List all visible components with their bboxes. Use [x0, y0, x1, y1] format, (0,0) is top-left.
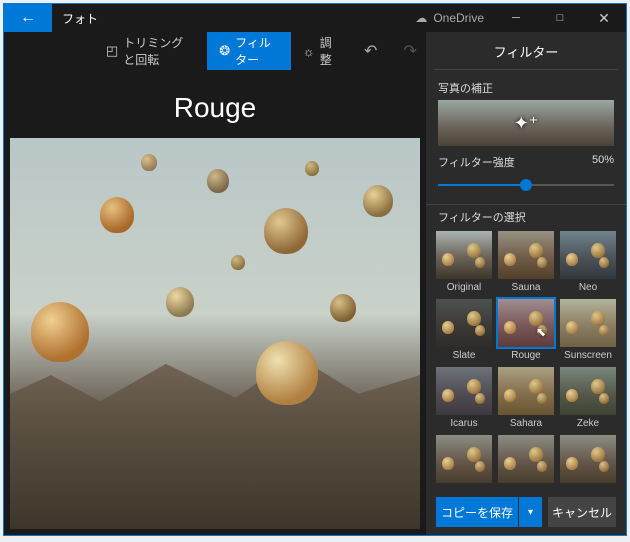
balloon-graphic [231, 255, 245, 270]
filter-thumbnail[interactable] [560, 231, 616, 279]
save-dropdown-button[interactable]: ▾ [518, 497, 542, 527]
strength-row: フィルター強度 50% [426, 154, 626, 170]
balloon-graphic [363, 185, 393, 217]
filter-item-slate[interactable]: Slate [436, 299, 492, 361]
slider-fill [438, 184, 526, 186]
filter-thumbnail[interactable] [560, 435, 616, 483]
filter-label: フィルター [235, 34, 279, 68]
filter-name-label: Zeke [560, 415, 616, 429]
minimize-icon: ─ [512, 12, 520, 24]
back-button[interactable]: ← [4, 4, 52, 32]
filter-thumbnail[interactable] [436, 231, 492, 279]
filter-thumbnail[interactable] [498, 435, 554, 483]
filter-icon: ❂ [219, 43, 230, 59]
filter-tab[interactable]: ❂ フィルター [207, 32, 291, 70]
redo-button[interactable]: ↷ [395, 32, 426, 70]
close-button[interactable]: ✕ [582, 4, 626, 32]
filter-thumbnail[interactable] [498, 231, 554, 279]
balloon-graphic [141, 154, 157, 171]
cancel-button[interactable]: キャンセル [548, 497, 616, 527]
filter-item-neo[interactable]: Neo [560, 231, 616, 293]
adjust-icon: ☼ [303, 44, 315, 59]
current-filter-name: Rouge [4, 70, 426, 138]
filter-name-label: Sauna [498, 279, 554, 293]
save-copy-button[interactable]: コピーを保存 [436, 497, 518, 527]
filter-item-sahara[interactable]: Sahara [498, 367, 554, 429]
filter-sidebar: フィルター 写真の補正 ✦⁺ フィルター強度 50% フィルターの選択 Orig… [426, 32, 626, 535]
filter-item-more[interactable] [498, 435, 554, 483]
filter-name-label: Sunscreen [560, 347, 616, 361]
app-body: ◰ トリミングと回転 ❂ フィルター ☼ 調整 ↶ ↷ Rouge [4, 32, 626, 535]
filter-name-label: Slate [436, 347, 492, 361]
preview-landscape [10, 341, 420, 529]
adjust-label: 調整 [320, 34, 335, 68]
photos-app-window: ← フォト ☁ OneDrive ─ □ ✕ ◰ トリミングと回転 ❂ フィルタ… [3, 3, 627, 536]
undo-icon: ↶ [364, 41, 377, 61]
filter-name-label: Neo [560, 279, 616, 293]
edit-toolbar: ◰ トリミングと回転 ❂ フィルター ☼ 調整 ↶ ↷ [4, 32, 426, 70]
slider-thumb[interactable] [520, 179, 532, 191]
strength-value: 50% [592, 154, 614, 170]
filter-item-original[interactable]: Original [436, 231, 492, 293]
crop-icon: ◰ [106, 43, 118, 59]
balloon-graphic [305, 161, 319, 176]
adjust-tab[interactable]: ☼ 調整 [291, 32, 347, 70]
filter-thumbnail[interactable] [498, 367, 554, 415]
filter-item-icarus[interactable]: Icarus [436, 367, 492, 429]
filter-item-rouge[interactable]: ⬉ Rouge [498, 299, 554, 361]
balloon-graphic [256, 341, 318, 405]
sidebar-footer: コピーを保存 ▾ キャンセル [426, 489, 626, 535]
filter-item-more[interactable] [436, 435, 492, 483]
editor-left-pane: ◰ トリミングと回転 ❂ フィルター ☼ 調整 ↶ ↷ Rouge [4, 32, 426, 535]
cursor-icon: ⬉ [536, 325, 546, 339]
enhance-section-label: 写真の補正 [426, 70, 626, 100]
undo-button[interactable]: ↶ [355, 32, 386, 70]
strength-slider[interactable] [438, 178, 614, 192]
chevron-down-icon: ▾ [528, 507, 533, 518]
balloon-graphic [100, 197, 134, 233]
filter-name-label: Sahara [498, 415, 554, 429]
filter-item-more[interactable] [560, 435, 616, 483]
onedrive-status[interactable]: ☁ OneDrive [405, 4, 494, 32]
filter-name-label: Icarus [436, 415, 492, 429]
crop-label: トリミングと回転 [123, 34, 195, 68]
balloon-graphic [31, 302, 89, 362]
balloon-graphic [330, 294, 356, 322]
filter-name-label: Rouge [498, 347, 554, 361]
cloud-icon: ☁ [415, 11, 427, 25]
filter-select-label: フィルターの選択 [426, 204, 626, 231]
balloon-graphic [264, 208, 308, 254]
close-icon: ✕ [598, 10, 610, 27]
balloon-graphic [207, 169, 229, 193]
filter-thumbnail[interactable] [560, 367, 616, 415]
filter-thumbnail[interactable] [436, 435, 492, 483]
filter-grid: Original Sauna Neo Slate ⬉ Rouge Sunscreen Icar… [426, 231, 626, 489]
maximize-button[interactable]: □ [538, 4, 582, 32]
magic-wand-icon: ✦⁺ [514, 113, 539, 134]
filter-item-sauna[interactable]: Sauna [498, 231, 554, 293]
back-arrow-icon: ← [20, 9, 36, 27]
auto-enhance-button[interactable]: ✦⁺ [438, 100, 614, 146]
filter-name-label: Original [436, 279, 492, 293]
sidebar-title: フィルター [434, 32, 618, 70]
filter-thumbnail[interactable] [436, 367, 492, 415]
filter-item-sunscreen[interactable]: Sunscreen [560, 299, 616, 361]
filter-item-zeke[interactable]: Zeke [560, 367, 616, 429]
app-title: フォト [52, 4, 405, 32]
save-copy-split-button: コピーを保存 ▾ [436, 497, 542, 527]
strength-label: フィルター強度 [438, 154, 515, 170]
maximize-icon: □ [557, 12, 564, 24]
balloon-graphic [166, 287, 194, 317]
redo-icon: ↷ [404, 41, 417, 61]
minimize-button[interactable]: ─ [494, 4, 538, 32]
titlebar: ← フォト ☁ OneDrive ─ □ ✕ [4, 4, 626, 32]
filter-thumbnail[interactable] [560, 299, 616, 347]
crop-rotate-tab[interactable]: ◰ トリミングと回転 [94, 32, 207, 70]
onedrive-label: OneDrive [433, 11, 484, 25]
filter-thumbnail[interactable]: ⬉ [498, 299, 554, 347]
filter-grid-inner: Original Sauna Neo Slate ⬉ Rouge Sunscreen Icar… [436, 231, 616, 483]
image-preview[interactable] [10, 138, 420, 529]
filter-thumbnail[interactable] [436, 299, 492, 347]
